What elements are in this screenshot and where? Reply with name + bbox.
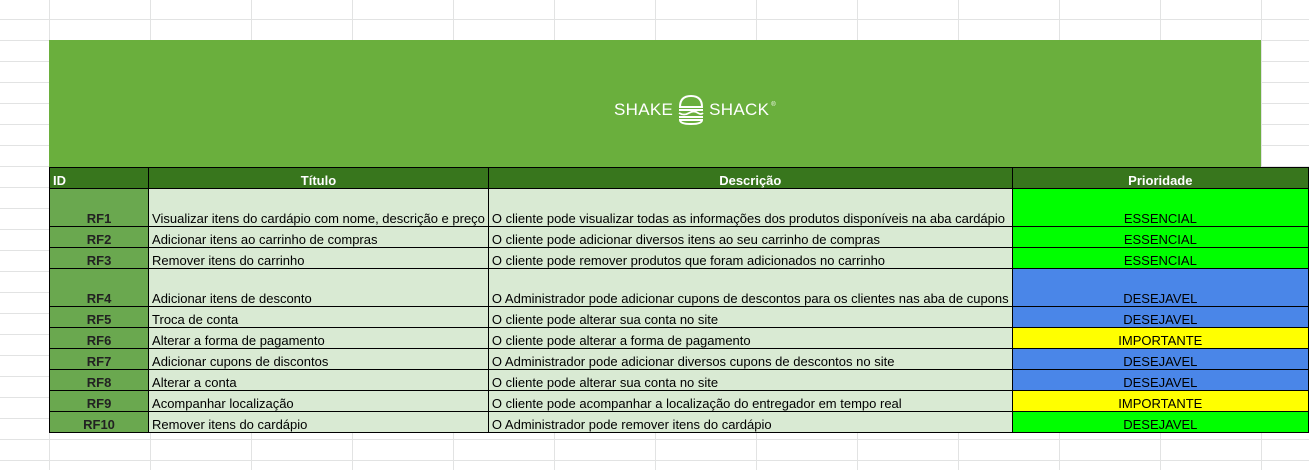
id-cell[interactable]: RF8 [48, 369, 150, 391]
header-row: ID Título Descrição Prioridade [48, 167, 1309, 189]
id-cell[interactable]: RF4 [48, 268, 150, 307]
requirements-table: ID Título Descrição Prioridade RF1 Visua… [48, 167, 1309, 433]
title-cell[interactable]: Acompanhar localização [148, 390, 489, 412]
table-row: RF3 Remover itens do carrinho O cliente … [48, 247, 1309, 269]
description-cell[interactable]: O cliente pode acompanhar a localização … [487, 390, 1013, 412]
description-cell[interactable]: O cliente pode alterar a forma de pagame… [487, 327, 1013, 349]
table-row: RF1 Visualizar itens do cardápio com nom… [48, 188, 1309, 227]
title-cell[interactable]: Adicionar itens de desconto [148, 268, 489, 307]
description-cell[interactable]: O cliente pode remover produtos que fora… [487, 247, 1013, 269]
title-cell[interactable]: Remover itens do cardápio [148, 411, 489, 433]
title-cell[interactable]: Visualizar itens do cardápio com nome, d… [148, 188, 489, 227]
priority-cell[interactable]: DESEJAVEL [1011, 369, 1309, 391]
title-cell[interactable]: Alterar a forma de pagamento [148, 327, 489, 349]
priority-cell[interactable]: DESEJAVEL [1011, 411, 1309, 433]
title-cell[interactable]: Remover itens do carrinho [148, 247, 489, 269]
header-titulo[interactable]: Título [148, 167, 489, 189]
title-cell[interactable]: Adicionar itens ao carrinho de compras [148, 226, 489, 248]
id-cell[interactable]: RF3 [48, 247, 150, 269]
priority-cell[interactable]: IMPORTANTE [1011, 390, 1309, 412]
header-prioridade[interactable]: Prioridade [1011, 167, 1309, 189]
header-descricao[interactable]: Descrição [487, 167, 1013, 189]
table-row: RF2 Adicionar itens ao carrinho de compr… [48, 226, 1309, 248]
description-cell[interactable]: O Administrador pode adicionar cupons de… [487, 268, 1013, 307]
table-row: RF4 Adicionar itens de desconto O Admini… [48, 268, 1309, 307]
table-row: RF7 Adicionar cupons de discontos O Admi… [48, 348, 1309, 370]
table-row: RF8 Alterar a conta O cliente pode alter… [48, 369, 1309, 391]
description-cell[interactable]: O cliente pode adicionar diversos itens … [487, 226, 1013, 248]
table-row: RF6 Alterar a forma de pagamento O clien… [48, 327, 1309, 349]
priority-cell[interactable]: ESSENCIAL [1011, 247, 1309, 269]
id-cell[interactable]: RF10 [48, 411, 150, 433]
header-id[interactable]: ID [48, 167, 150, 189]
priority-cell[interactable]: ESSENCIAL [1011, 226, 1309, 248]
description-cell[interactable]: O cliente pode alterar sua conta no site [487, 369, 1013, 391]
id-cell[interactable]: RF2 [48, 226, 150, 248]
description-cell[interactable]: O Administrador pode remover itens do ca… [487, 411, 1013, 433]
shake-shack-logo: SHAKE SHACK ® [614, 92, 776, 128]
logo-text-left: SHAKE [614, 100, 674, 119]
id-cell[interactable]: RF9 [48, 390, 150, 412]
table-row: RF10 Remover itens do cardápio O Adminis… [48, 411, 1309, 433]
priority-cell[interactable]: IMPORTANTE [1011, 327, 1309, 349]
id-cell[interactable]: RF6 [48, 327, 150, 349]
description-cell[interactable]: O cliente pode alterar sua conta no site [487, 306, 1013, 328]
id-cell[interactable]: RF5 [48, 306, 150, 328]
title-cell[interactable]: Troca de conta [148, 306, 489, 328]
id-cell[interactable]: RF1 [48, 188, 150, 227]
title-cell[interactable]: Adicionar cupons de discontos [148, 348, 489, 370]
burger-icon [678, 94, 704, 126]
trademark-symbol: ® [771, 102, 776, 108]
table-row: RF5 Troca de conta O cliente pode altera… [48, 306, 1309, 328]
title-cell[interactable]: Alterar a conta [148, 369, 489, 391]
priority-cell[interactable]: DESEJAVEL [1011, 306, 1309, 328]
description-cell[interactable]: O cliente pode visualizar todas as infor… [487, 188, 1013, 227]
table-row: RF9 Acompanhar localização O cliente pod… [48, 390, 1309, 412]
priority-cell[interactable]: DESEJAVEL [1011, 268, 1309, 307]
id-cell[interactable]: RF7 [48, 348, 150, 370]
description-cell[interactable]: O Administrador pode adicionar diversos … [487, 348, 1013, 370]
priority-cell[interactable]: DESEJAVEL [1011, 348, 1309, 370]
logo-text-right: SHACK [709, 100, 770, 119]
priority-cell[interactable]: ESSENCIAL [1011, 188, 1309, 227]
